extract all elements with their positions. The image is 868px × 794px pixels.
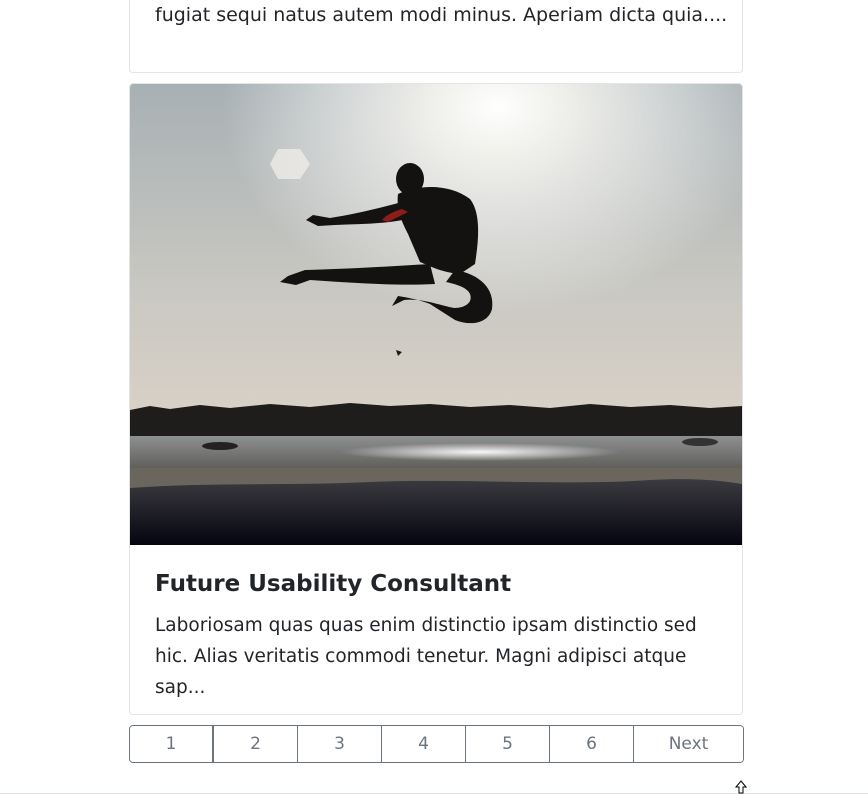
post-image[interactable] bbox=[130, 84, 742, 545]
post-card[interactable]: Future Usability Consultant Laboriosam q… bbox=[129, 83, 743, 715]
page-link-1[interactable]: 1 bbox=[130, 726, 214, 762]
previous-post-card[interactable]: fugiat sequi natus autem modi minus. Ape… bbox=[129, 0, 743, 73]
post-title[interactable]: Future Usability Consultant bbox=[155, 568, 511, 600]
pagination: 1 2 3 4 5 6 Next bbox=[129, 725, 744, 763]
page: fugiat sequi natus autem modi minus. Ape… bbox=[0, 0, 868, 794]
previous-post-excerpt: fugiat sequi natus autem modi minus. Ape… bbox=[155, 4, 728, 26]
arrow-cursor-icon bbox=[735, 780, 747, 794]
page-link-6[interactable]: 6 bbox=[550, 726, 634, 762]
page-link-2[interactable]: 2 bbox=[214, 726, 298, 762]
page-link-5[interactable]: 5 bbox=[466, 726, 550, 762]
post-excerpt: Laboriosam quas quas enim distinctio ips… bbox=[155, 615, 697, 698]
next-page-button[interactable]: Next bbox=[634, 726, 743, 762]
page-link-3[interactable]: 3 bbox=[298, 726, 382, 762]
page-link-4[interactable]: 4 bbox=[382, 726, 466, 762]
